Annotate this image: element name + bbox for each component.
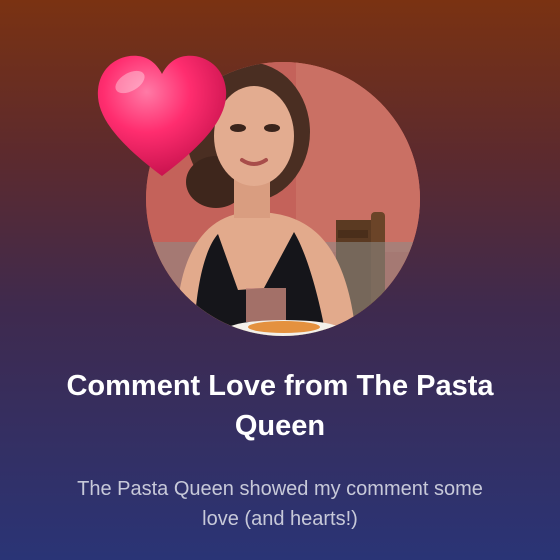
card-subtitle: The Pasta Queen showed my comment some l… [77, 478, 483, 530]
comment-love-card: Comment Love from The Pasta Queen The Pa… [0, 0, 560, 560]
heart-icon [97, 55, 227, 176]
card-title: Comment Love from The Pasta Queen [66, 370, 494, 442]
